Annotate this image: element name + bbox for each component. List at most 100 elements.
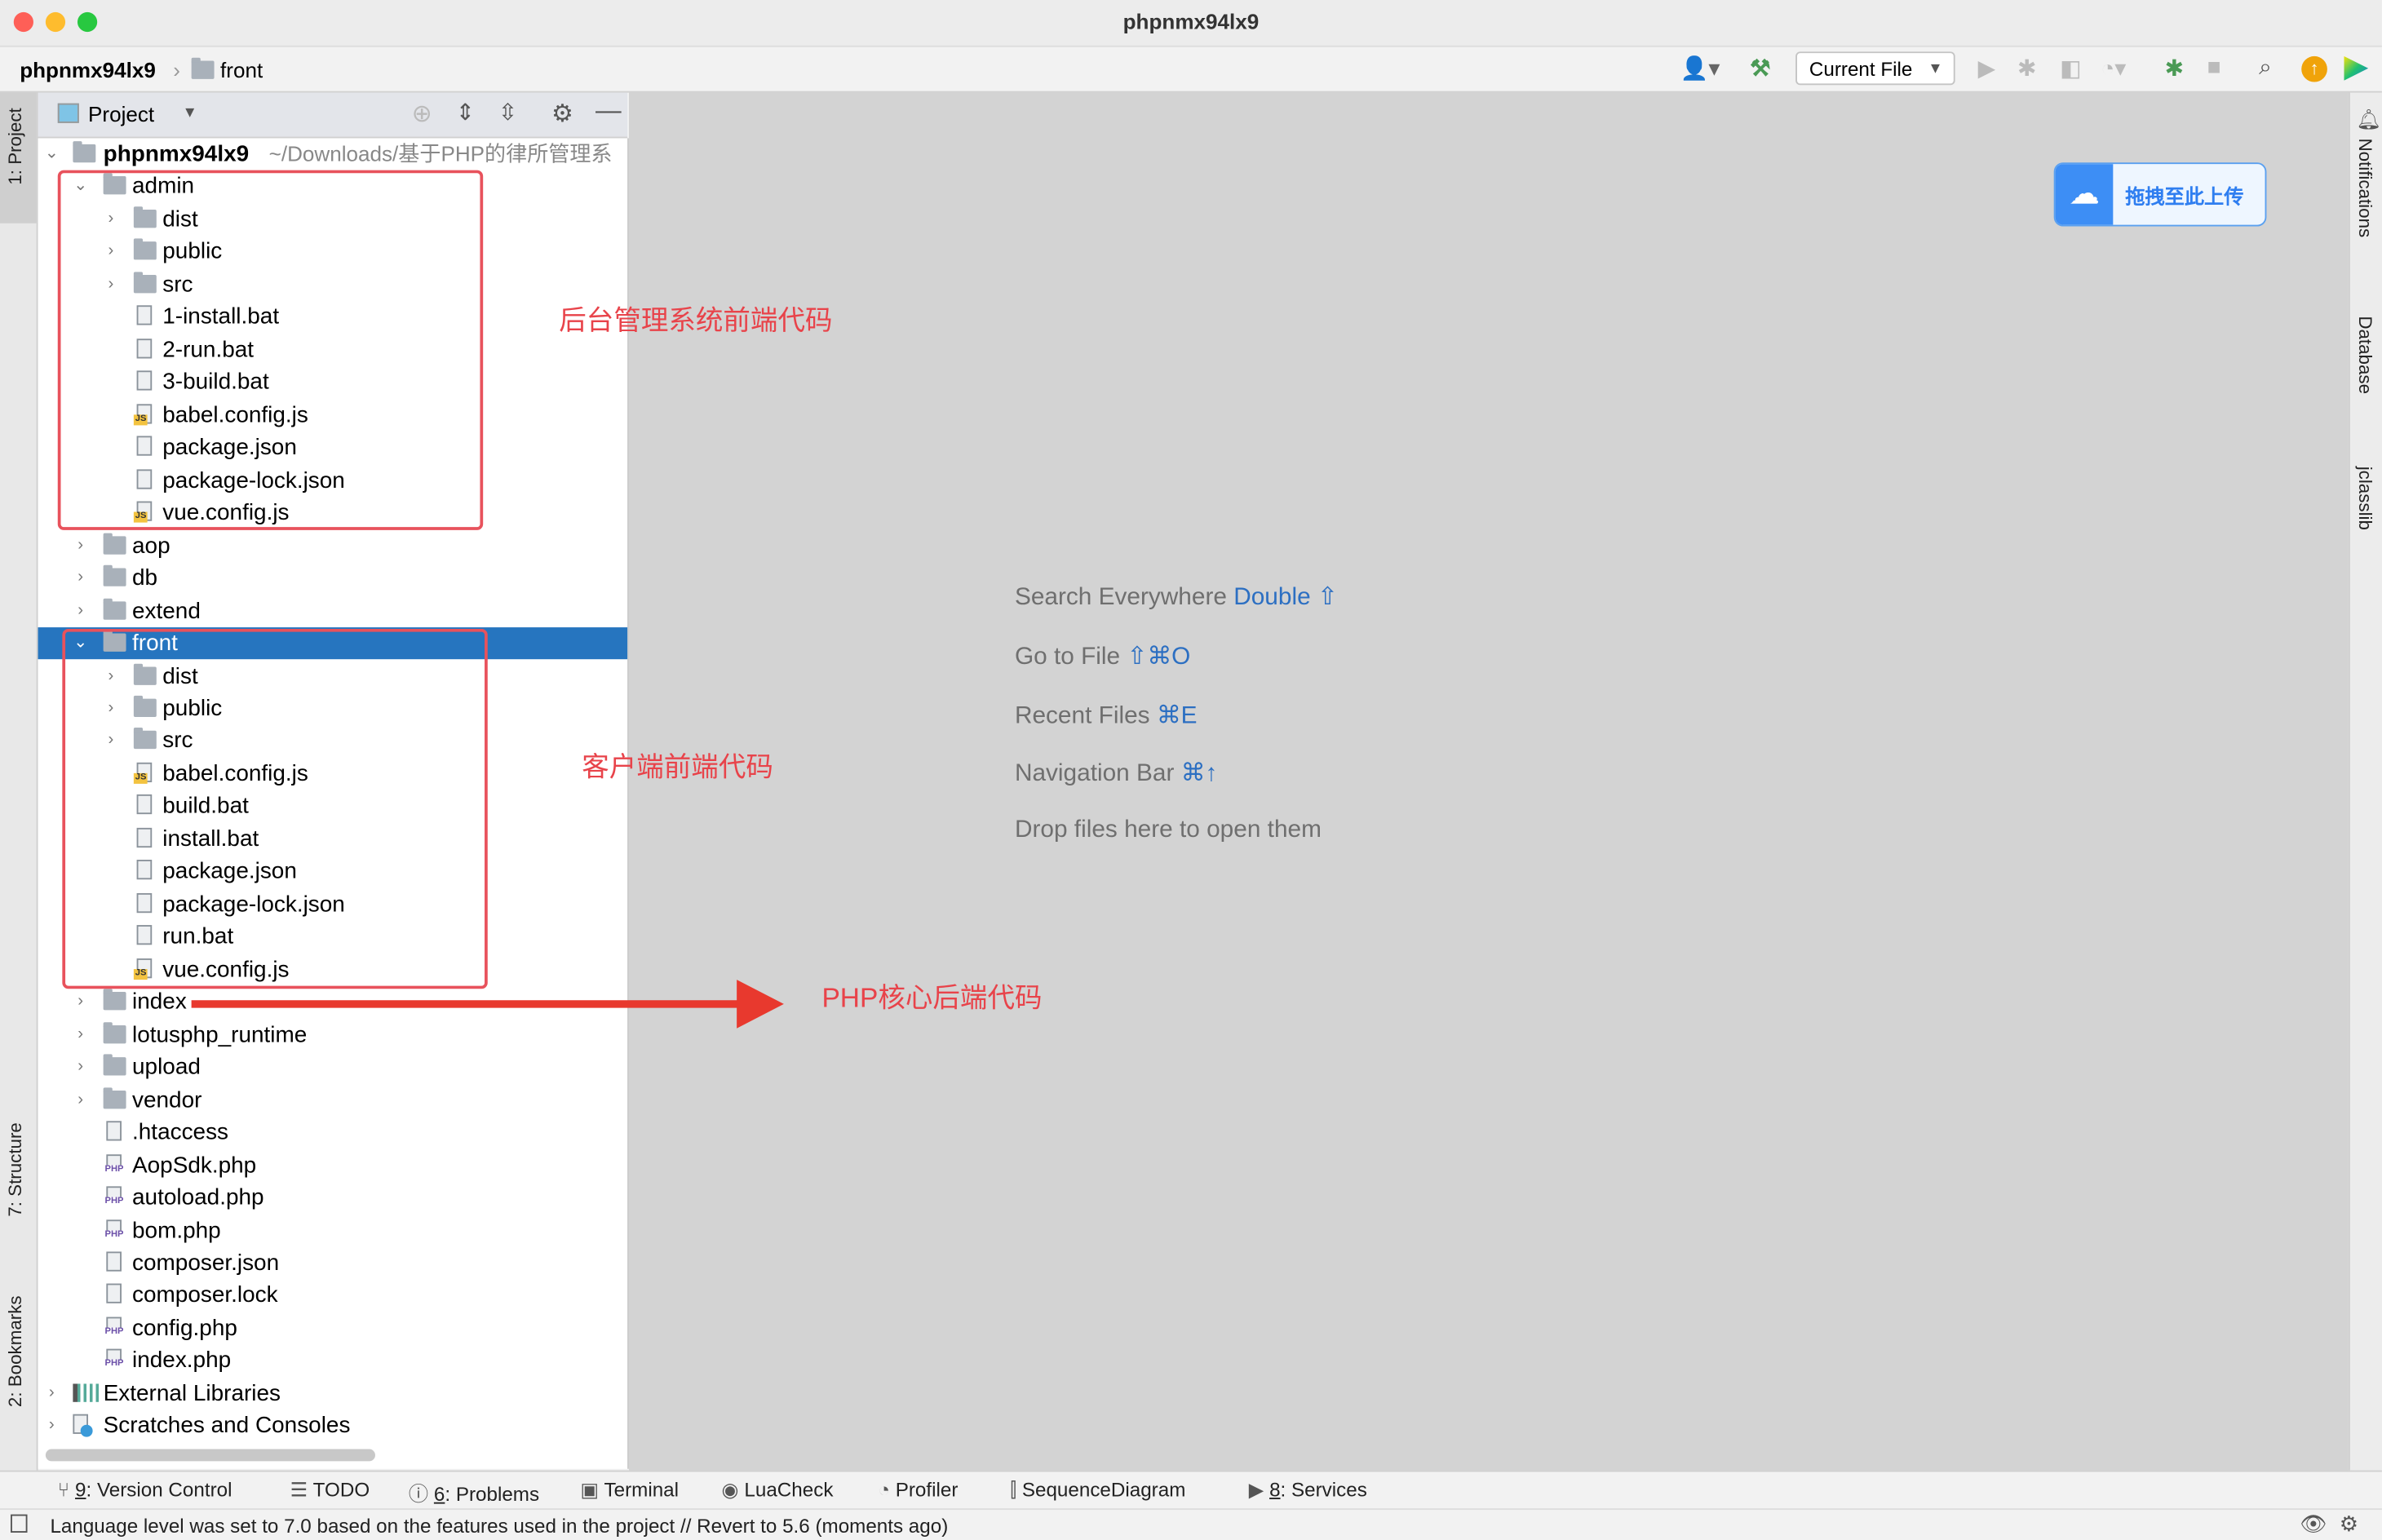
- project-view-select[interactable]: Project: [88, 102, 154, 126]
- tree-item[interactable]: PHP config.php: [38, 1312, 628, 1344]
- chevron-right-icon[interactable]: ›: [73, 529, 88, 561]
- tool-tab-terminal[interactable]: ▣ Terminal: [580, 1478, 679, 1502]
- breadcrumb-folder[interactable]: front: [220, 58, 263, 82]
- luacheck-icon: ◉: [721, 1477, 745, 1501]
- right-tool-stripe: 🔔︎ Notifications Database jclasslib: [2348, 92, 2382, 1471]
- update-icon[interactable]: ↑: [2301, 55, 2327, 82]
- tool-tab-todo[interactable]: ☰ TODO: [290, 1478, 370, 1502]
- run-icon[interactable]: ▶: [1978, 55, 1996, 82]
- tool-tab-label: TODO: [312, 1477, 370, 1501]
- expand-all-icon[interactable]: ⇕: [456, 99, 475, 126]
- folder-icon: [103, 532, 126, 555]
- upload-button[interactable]: ☁ 拖拽至此上传: [2053, 162, 2267, 227]
- annotation-php: PHP核心后端代码: [821, 982, 1043, 1014]
- tree-item[interactable]: composer.json: [38, 1247, 628, 1279]
- eye-icon[interactable]: 👁︎: [2300, 1511, 2327, 1538]
- tool-tab-number: 9: [75, 1477, 86, 1501]
- tree-item[interactable]: PHP AopSdk.php: [38, 1149, 628, 1181]
- tool-tab-label: : Services: [1280, 1477, 1367, 1501]
- tree-item[interactable]: PHP index.php: [38, 1345, 628, 1377]
- cloud-icon: ☁: [2055, 164, 2114, 225]
- tree-item[interactable]: composer.lock: [38, 1280, 628, 1312]
- tab-database[interactable]: Database: [2354, 316, 2375, 394]
- breadcrumb-project[interactable]: phpnmx94lx9: [20, 58, 156, 82]
- title-bar: phpnmx94lx9: [0, 0, 2382, 47]
- profile-icon[interactable]: ◔▾: [2101, 55, 2126, 82]
- attach-debugger-icon[interactable]: ✱: [2165, 55, 2184, 82]
- chevron-right-icon[interactable]: ›: [73, 1084, 88, 1116]
- chevron-down-icon[interactable]: ▼: [182, 104, 197, 121]
- tool-tab-profiler[interactable]: ◔ Profiler: [878, 1478, 958, 1501]
- tree-item-label: bom.php: [132, 1217, 221, 1244]
- tab-bookmarks[interactable]: 2: Bookmarks: [5, 1295, 26, 1407]
- tree-item-label: db: [132, 564, 158, 591]
- search-icon[interactable]: ⌕: [2259, 55, 2272, 81]
- version-control-icon: ⑂: [57, 1477, 76, 1501]
- php-file-icon: PHP: [103, 1219, 126, 1241]
- tree-root[interactable]: ⌄ phpnmx94lx9 ~/Downloads/基于PHP的律所管理系: [38, 138, 628, 170]
- tab-notifications[interactable]: Notifications: [2354, 138, 2375, 237]
- tool-tab-sequence-diagram[interactable]: ⫿ SequenceDiagram: [1010, 1478, 1185, 1502]
- toggle-tool-windows-icon[interactable]: [11, 1514, 28, 1533]
- collapse-all-icon[interactable]: ⇳: [498, 99, 517, 126]
- tool-tab-services[interactable]: ▶ 8: Services: [1249, 1478, 1367, 1502]
- tool-tab-problems[interactable]: ⓘ 6: Problems: [409, 1478, 539, 1507]
- horizontal-scrollbar[interactable]: [45, 1449, 375, 1462]
- status-message[interactable]: Language level was set to 7.0 based on t…: [50, 1515, 948, 1538]
- folder-icon: [191, 57, 215, 79]
- tree-item[interactable]: › External Libraries: [38, 1378, 628, 1409]
- tree-item-label: autoload.php: [132, 1184, 264, 1211]
- tool-tab-label: Profiler: [895, 1477, 959, 1501]
- tree-item[interactable]: › extend: [38, 595, 628, 626]
- tool-tab-label: SequenceDiagram: [1021, 1477, 1186, 1501]
- tree-item[interactable]: › vendor: [38, 1084, 628, 1116]
- tree-item-label: AopSdk.php: [132, 1152, 257, 1179]
- admin-highlight-box: [57, 170, 484, 530]
- breadcrumb-separator-icon: ›: [173, 57, 180, 82]
- tree-item[interactable]: PHP autoload.php: [38, 1182, 628, 1214]
- gear-icon[interactable]: ⚙: [551, 99, 573, 129]
- tree-item-label: index: [132, 989, 187, 1016]
- tool-tab-version-control[interactable]: ⑂ 9: Version Control: [58, 1478, 232, 1501]
- tool-tab-label: LuaCheck: [744, 1477, 834, 1501]
- tree-item[interactable]: PHP bom.php: [38, 1215, 628, 1246]
- chevron-right-icon[interactable]: ›: [73, 562, 88, 594]
- tool-tab-luacheck[interactable]: ◉ LuaCheck: [722, 1478, 834, 1502]
- tree-item[interactable]: › Scratches and Consoles: [38, 1410, 628, 1442]
- chevron-right-icon[interactable]: ›: [44, 1410, 60, 1442]
- tree-item[interactable]: › upload: [38, 1051, 628, 1083]
- run-configuration-select[interactable]: Current File ▼: [1795, 51, 1955, 86]
- stop-icon[interactable]: ■: [2207, 55, 2221, 81]
- debug-icon[interactable]: ✱: [2017, 55, 2036, 82]
- status-bar: Language level was set to 7.0 based on t…: [0, 1508, 2382, 1540]
- chevron-right-icon[interactable]: ›: [73, 986, 88, 1018]
- folder-icon: [103, 1054, 126, 1076]
- todo-icon: ☰: [290, 1477, 313, 1501]
- chevron-right-icon[interactable]: ›: [73, 595, 88, 626]
- bell-icon: 🔔︎: [2356, 108, 2382, 131]
- build-hammer-icon[interactable]: ⚒: [1750, 55, 1770, 82]
- locate-file-icon[interactable]: ⊕: [412, 99, 432, 129]
- tree-item[interactable]: › db: [38, 562, 628, 594]
- tab-structure[interactable]: 7: Structure: [5, 1122, 26, 1217]
- hide-panel-icon[interactable]: —: [596, 95, 622, 126]
- inspector-icon[interactable]: ⚙: [2340, 1511, 2358, 1538]
- front-highlight-box: [62, 628, 488, 989]
- chevron-right-icon[interactable]: ›: [73, 1019, 88, 1051]
- tree-item[interactable]: › aop: [38, 529, 628, 561]
- tree-item-label: composer.lock: [132, 1282, 278, 1309]
- code-with-me-icon[interactable]: [2344, 55, 2369, 81]
- chevron-right-icon[interactable]: ›: [73, 1051, 88, 1083]
- vcs-user-icon[interactable]: 👤▾: [1680, 55, 1720, 82]
- folder-icon: [103, 989, 126, 1011]
- coverage-icon[interactable]: ◧: [2060, 55, 2081, 82]
- file-icon: [106, 1121, 122, 1141]
- chevron-right-icon[interactable]: ›: [44, 1378, 60, 1409]
- php-file-icon: PHP: [103, 1317, 126, 1339]
- tree-item[interactable]: .htaccess: [38, 1117, 628, 1148]
- tab-jclasslib[interactable]: jclasslib: [2354, 467, 2375, 530]
- editor-area[interactable]: Search Everywhere Double ⇧ Go to File ⇧⌘…: [628, 92, 2349, 1471]
- root-name: phpnmx94lx9: [103, 141, 250, 167]
- tab-project[interactable]: 1: Project: [5, 108, 26, 184]
- chevron-down-icon[interactable]: ⌄: [44, 138, 60, 170]
